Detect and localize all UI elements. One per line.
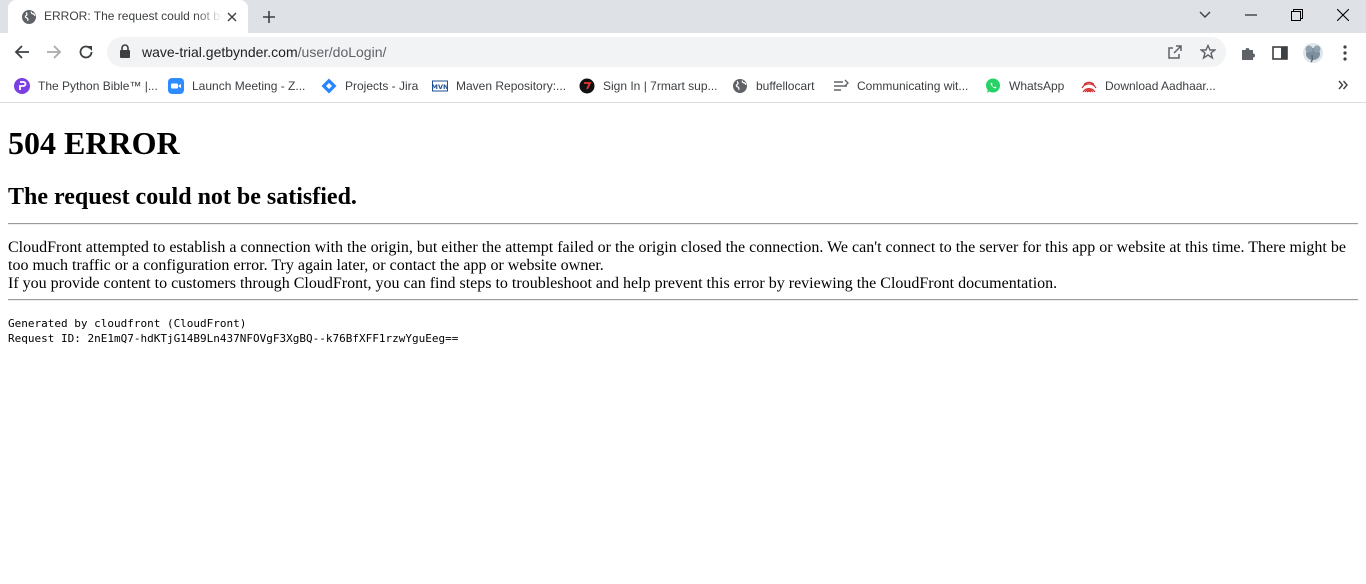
bookmark-label: buffellocart: [756, 79, 815, 93]
error-heading: 504 ERROR: [8, 125, 180, 161]
error-details: Generated by cloudfront (CloudFront) Req…: [8, 316, 458, 346]
extensions-puzzle-icon[interactable]: [1237, 42, 1259, 64]
tab-title: ERROR: The request could not be satisfie…: [44, 9, 222, 23]
7rmart-icon: [579, 78, 595, 94]
jira-icon: [321, 78, 337, 94]
tab-search-chevron-icon[interactable]: [1182, 0, 1228, 30]
zoom-icon: [168, 78, 184, 94]
bookmark-python-bible[interactable]: The Python Bible™ |...: [14, 76, 158, 96]
bookmark-label: Projects - Jira: [345, 79, 419, 93]
communicating-icon: [833, 78, 849, 94]
error-description: CloudFront attempted to establish a conn…: [8, 239, 1358, 293]
close-window-icon[interactable]: [1320, 0, 1366, 30]
divider: [8, 223, 1358, 225]
request-id-text: Request ID: 2nE1mQ7-hdKTjG14B9Ln437NFOVg…: [8, 332, 459, 345]
bookmark-launch-meeting[interactable]: Launch Meeting - Z...: [168, 76, 305, 96]
profile-avatar-icon[interactable]: [1302, 42, 1324, 64]
bookmark-label: Launch Meeting - Z...: [192, 79, 306, 93]
bookmark-download-aadhaar[interactable]: Download Aadhaar...: [1081, 76, 1216, 96]
generated-by-text: Generated by cloudfront (CloudFront): [8, 317, 247, 330]
bookmark-projects-jira[interactable]: Projects - Jira: [321, 76, 418, 96]
close-tab-icon[interactable]: [223, 8, 241, 26]
back-arrow-icon[interactable]: [8, 38, 36, 66]
tab-strip: ERROR: The request could not be satisfie…: [0, 0, 1366, 33]
menu-kebab-icon[interactable]: [1334, 42, 1356, 64]
bookmark-whatsapp[interactable]: WhatsApp: [985, 76, 1064, 96]
url-path: /user/doLogin/: [297, 44, 387, 60]
browser-toolbar: wave-trial.getbynder.com/user/doLogin/: [0, 33, 1366, 71]
error-description-line1: CloudFront attempted to establish a conn…: [8, 239, 1346, 274]
python-bible-icon: [14, 78, 30, 94]
bookmark-maven-repository[interactable]: MVN Maven Repository:...: [432, 76, 566, 96]
globe-icon: [732, 78, 748, 94]
bookmark-label: Download Aadhaar...: [1105, 79, 1216, 93]
page-content: 504 ERROR The request could not be satis…: [0, 103, 1366, 584]
bookmark-label: WhatsApp: [1009, 79, 1065, 93]
forward-arrow-icon[interactable]: [40, 38, 68, 66]
reload-icon[interactable]: [72, 38, 100, 66]
maven-icon: MVN: [432, 78, 448, 94]
bookmark-sign-in-7rmart[interactable]: Sign In | 7rmart sup...: [579, 76, 718, 96]
restore-icon[interactable]: [1274, 0, 1320, 30]
url-domain: wave-trial.getbynder.com: [142, 44, 298, 60]
bookmark-buffellocart[interactable]: buffellocart: [732, 76, 814, 96]
error-subheading: The request could not be satisfied.: [8, 184, 357, 210]
bookmark-label: The Python Bible™ |...: [38, 79, 158, 93]
globe-icon: [21, 9, 37, 25]
minimize-icon[interactable]: [1228, 0, 1274, 30]
bookmark-communicating[interactable]: Communicating wit...: [833, 76, 968, 96]
bookmarks-bar: The Python Bible™ |... Launch Meeting - …: [0, 71, 1366, 103]
svg-text:MVN: MVN: [432, 83, 448, 91]
url-text[interactable]: wave-trial.getbynder.com/user/doLogin/: [142, 44, 386, 60]
whatsapp-icon: [985, 78, 1001, 94]
lock-icon[interactable]: [119, 44, 133, 60]
address-bar[interactable]: wave-trial.getbynder.com/user/doLogin/: [107, 37, 1226, 67]
bookmark-label: Sign In | 7rmart sup...: [603, 79, 718, 93]
bookmark-label: Communicating wit...: [857, 79, 969, 93]
bookmarks-overflow-icon[interactable]: [1334, 76, 1352, 94]
aadhaar-icon: [1081, 78, 1097, 94]
share-icon[interactable]: [1165, 42, 1185, 62]
bookmark-star-icon[interactable]: [1198, 42, 1218, 62]
new-tab-icon[interactable]: [258, 6, 280, 28]
tab-active[interactable]: ERROR: The request could not be satisfie…: [8, 0, 248, 33]
side-panel-icon[interactable]: [1269, 42, 1291, 64]
divider: [8, 299, 1358, 301]
error-description-line2: If you provide content to customers thro…: [8, 275, 1058, 292]
bookmark-label: Maven Repository:...: [456, 79, 567, 93]
